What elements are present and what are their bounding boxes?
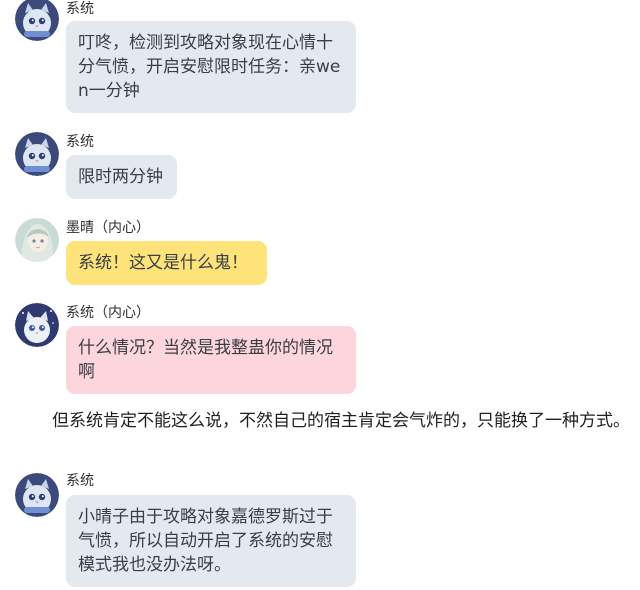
- sender-name: 系统: [66, 473, 94, 489]
- sender-name: 系统: [66, 1, 94, 17]
- chat-message: 系统（内心） 什么情况？当然是我整蛊你的情况啊: [0, 300, 640, 400]
- chat-message: 系统 叮咚，检测到攻略对象现在心情十分气愤，开启安慰限时任务：亲wen一分钟: [0, 0, 640, 120]
- message-bubble[interactable]: 限时两分钟: [66, 155, 177, 199]
- girl-avatar-icon[interactable]: [15, 218, 59, 262]
- narration-text: 但系统肯定不能这么说，不然自己的宿主肯定会气炸的，只能换了一种方式。: [52, 411, 630, 431]
- chat-message: 系统 小晴子由于攻略对象嘉德罗斯过于气愤，所以自动开启了系统的安慰模式我也没办法…: [0, 470, 640, 590]
- cat-avatar-icon[interactable]: [15, 473, 59, 517]
- sender-name: 系统: [66, 134, 94, 150]
- message-bubble[interactable]: 什么情况？当然是我整蛊你的情况啊: [66, 326, 356, 394]
- sender-name: 系统（内心）: [66, 305, 150, 321]
- chat-message: 系统 限时两分钟: [0, 129, 640, 204]
- cat-avatar-icon[interactable]: [15, 0, 59, 41]
- message-bubble[interactable]: 系统！这又是什么鬼！: [66, 241, 267, 285]
- chat-message: 墨晴（内心） 系统！这又是什么鬼！: [0, 215, 640, 290]
- cat-avatar-icon[interactable]: [15, 303, 59, 347]
- cat-avatar-icon[interactable]: [15, 132, 59, 176]
- chat-log: 系统 叮咚，检测到攻略对象现在心情十分气愤，开启安慰限时任务：亲wen一分钟 系…: [0, 0, 640, 590]
- message-bubble[interactable]: 小晴子由于攻略对象嘉德罗斯过于气愤，所以自动开启了系统的安慰模式我也没办法呀。: [66, 495, 356, 587]
- sender-name: 墨晴（内心）: [66, 220, 150, 236]
- message-bubble[interactable]: 叮咚，检测到攻略对象现在心情十分气愤，开启安慰限时任务：亲wen一分钟: [66, 21, 356, 113]
